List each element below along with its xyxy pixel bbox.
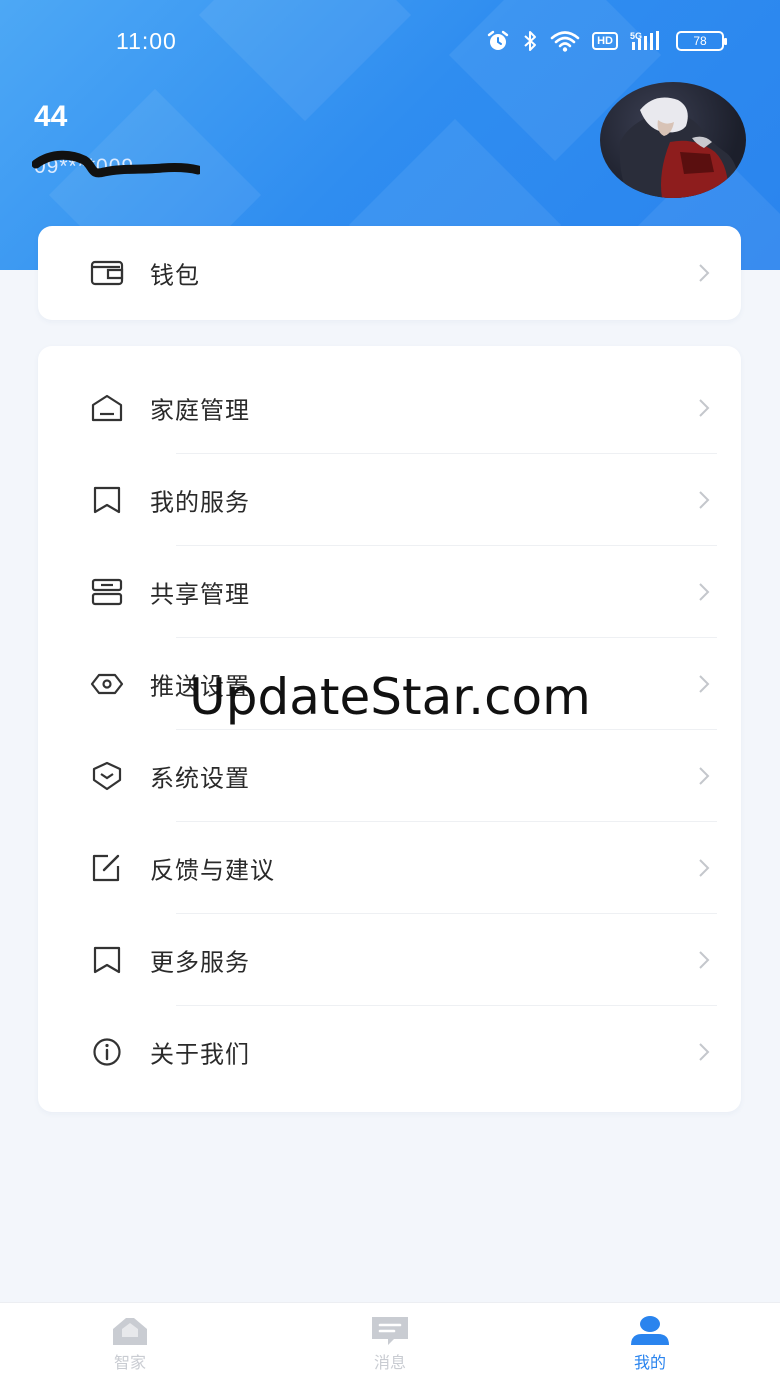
menu-row-label: 钱包 xyxy=(150,261,200,290)
user-icon xyxy=(631,1316,669,1345)
menu-row-family[interactable]: 家庭管理 xyxy=(38,362,741,454)
alarm-icon xyxy=(487,30,509,50)
bluetooth-icon xyxy=(524,31,537,51)
menu-row-label: 关于我们 xyxy=(150,1040,250,1069)
tab-label: 消息 xyxy=(373,1353,406,1372)
menu-row-label: 更多服务 xyxy=(150,948,250,977)
menu-row-system-settings[interactable]: 系统设置 xyxy=(38,730,741,822)
menu-row-label: 系统设置 xyxy=(150,764,250,793)
tab-label: 我的 xyxy=(633,1353,666,1372)
bottom-tab-bar: 智家 消息 我的 xyxy=(0,1302,780,1386)
menu-row-label: 家庭管理 xyxy=(150,396,250,425)
chevron-right-icon xyxy=(699,951,710,969)
menu-row-share-manage[interactable]: 共享管理 xyxy=(38,546,741,638)
menu-row-my-services[interactable]: 我的服务 xyxy=(38,454,741,546)
menu-row-label: 我的服务 xyxy=(150,488,250,517)
menu-row-feedback[interactable]: 反馈与建议 xyxy=(38,822,741,914)
chevron-right-icon xyxy=(699,859,710,877)
header-decoration xyxy=(198,0,412,122)
chevron-right-icon xyxy=(699,583,710,601)
avatar[interactable] xyxy=(600,82,746,198)
info-icon xyxy=(93,1038,121,1066)
wallet-card: 钱包 xyxy=(38,226,741,320)
menu-row-wallet[interactable]: 钱包 xyxy=(38,226,741,320)
menu-card: 家庭管理 我的服务 共享管理 推送设置 系统设置 反馈与建议 更多服务 关于我们 xyxy=(38,346,741,1112)
chevron-right-icon xyxy=(699,767,710,785)
chevron-right-icon xyxy=(699,1043,710,1061)
shield-settings-icon xyxy=(92,761,122,791)
status-icons: HD 5G 78 xyxy=(486,29,727,53)
avatar-image xyxy=(619,97,740,198)
redaction-scribble xyxy=(32,150,200,178)
tab-smart-home[interactable]: 智家 xyxy=(70,1315,190,1373)
tab-messages[interactable]: 消息 xyxy=(330,1315,450,1373)
user-name: 44 xyxy=(34,100,68,133)
edit-feedback-icon xyxy=(92,854,120,882)
menu-row-label: 反馈与建议 xyxy=(150,856,275,885)
wifi-icon xyxy=(550,31,580,52)
chevron-right-icon xyxy=(699,491,710,509)
bookmark-icon xyxy=(93,486,121,514)
home-icon xyxy=(91,394,123,422)
message-icon xyxy=(372,1317,408,1345)
hd-icon: HD xyxy=(592,32,618,50)
battery-icon: 78 xyxy=(676,31,727,51)
menu-row-label: 共享管理 xyxy=(150,580,250,609)
chevron-right-icon xyxy=(699,264,710,282)
tab-label: 智家 xyxy=(113,1353,146,1372)
menu-row-more-services[interactable]: 更多服务 xyxy=(38,914,741,1006)
bookmark-icon xyxy=(93,946,121,974)
status-time: 11:00 xyxy=(116,28,177,54)
share-manage-icon xyxy=(91,578,123,606)
menu-row-about-us[interactable]: 关于我们 xyxy=(38,1006,741,1098)
tab-mine[interactable]: 我的 xyxy=(590,1315,710,1373)
chevron-right-icon xyxy=(699,399,710,417)
status-bar: 11:00 HD 5G 78 xyxy=(0,26,780,58)
house-icon xyxy=(113,1318,147,1345)
watermark: UpdateStar.com xyxy=(189,668,591,726)
wallet-icon xyxy=(90,260,124,286)
signal-icon: 5G xyxy=(630,31,659,50)
